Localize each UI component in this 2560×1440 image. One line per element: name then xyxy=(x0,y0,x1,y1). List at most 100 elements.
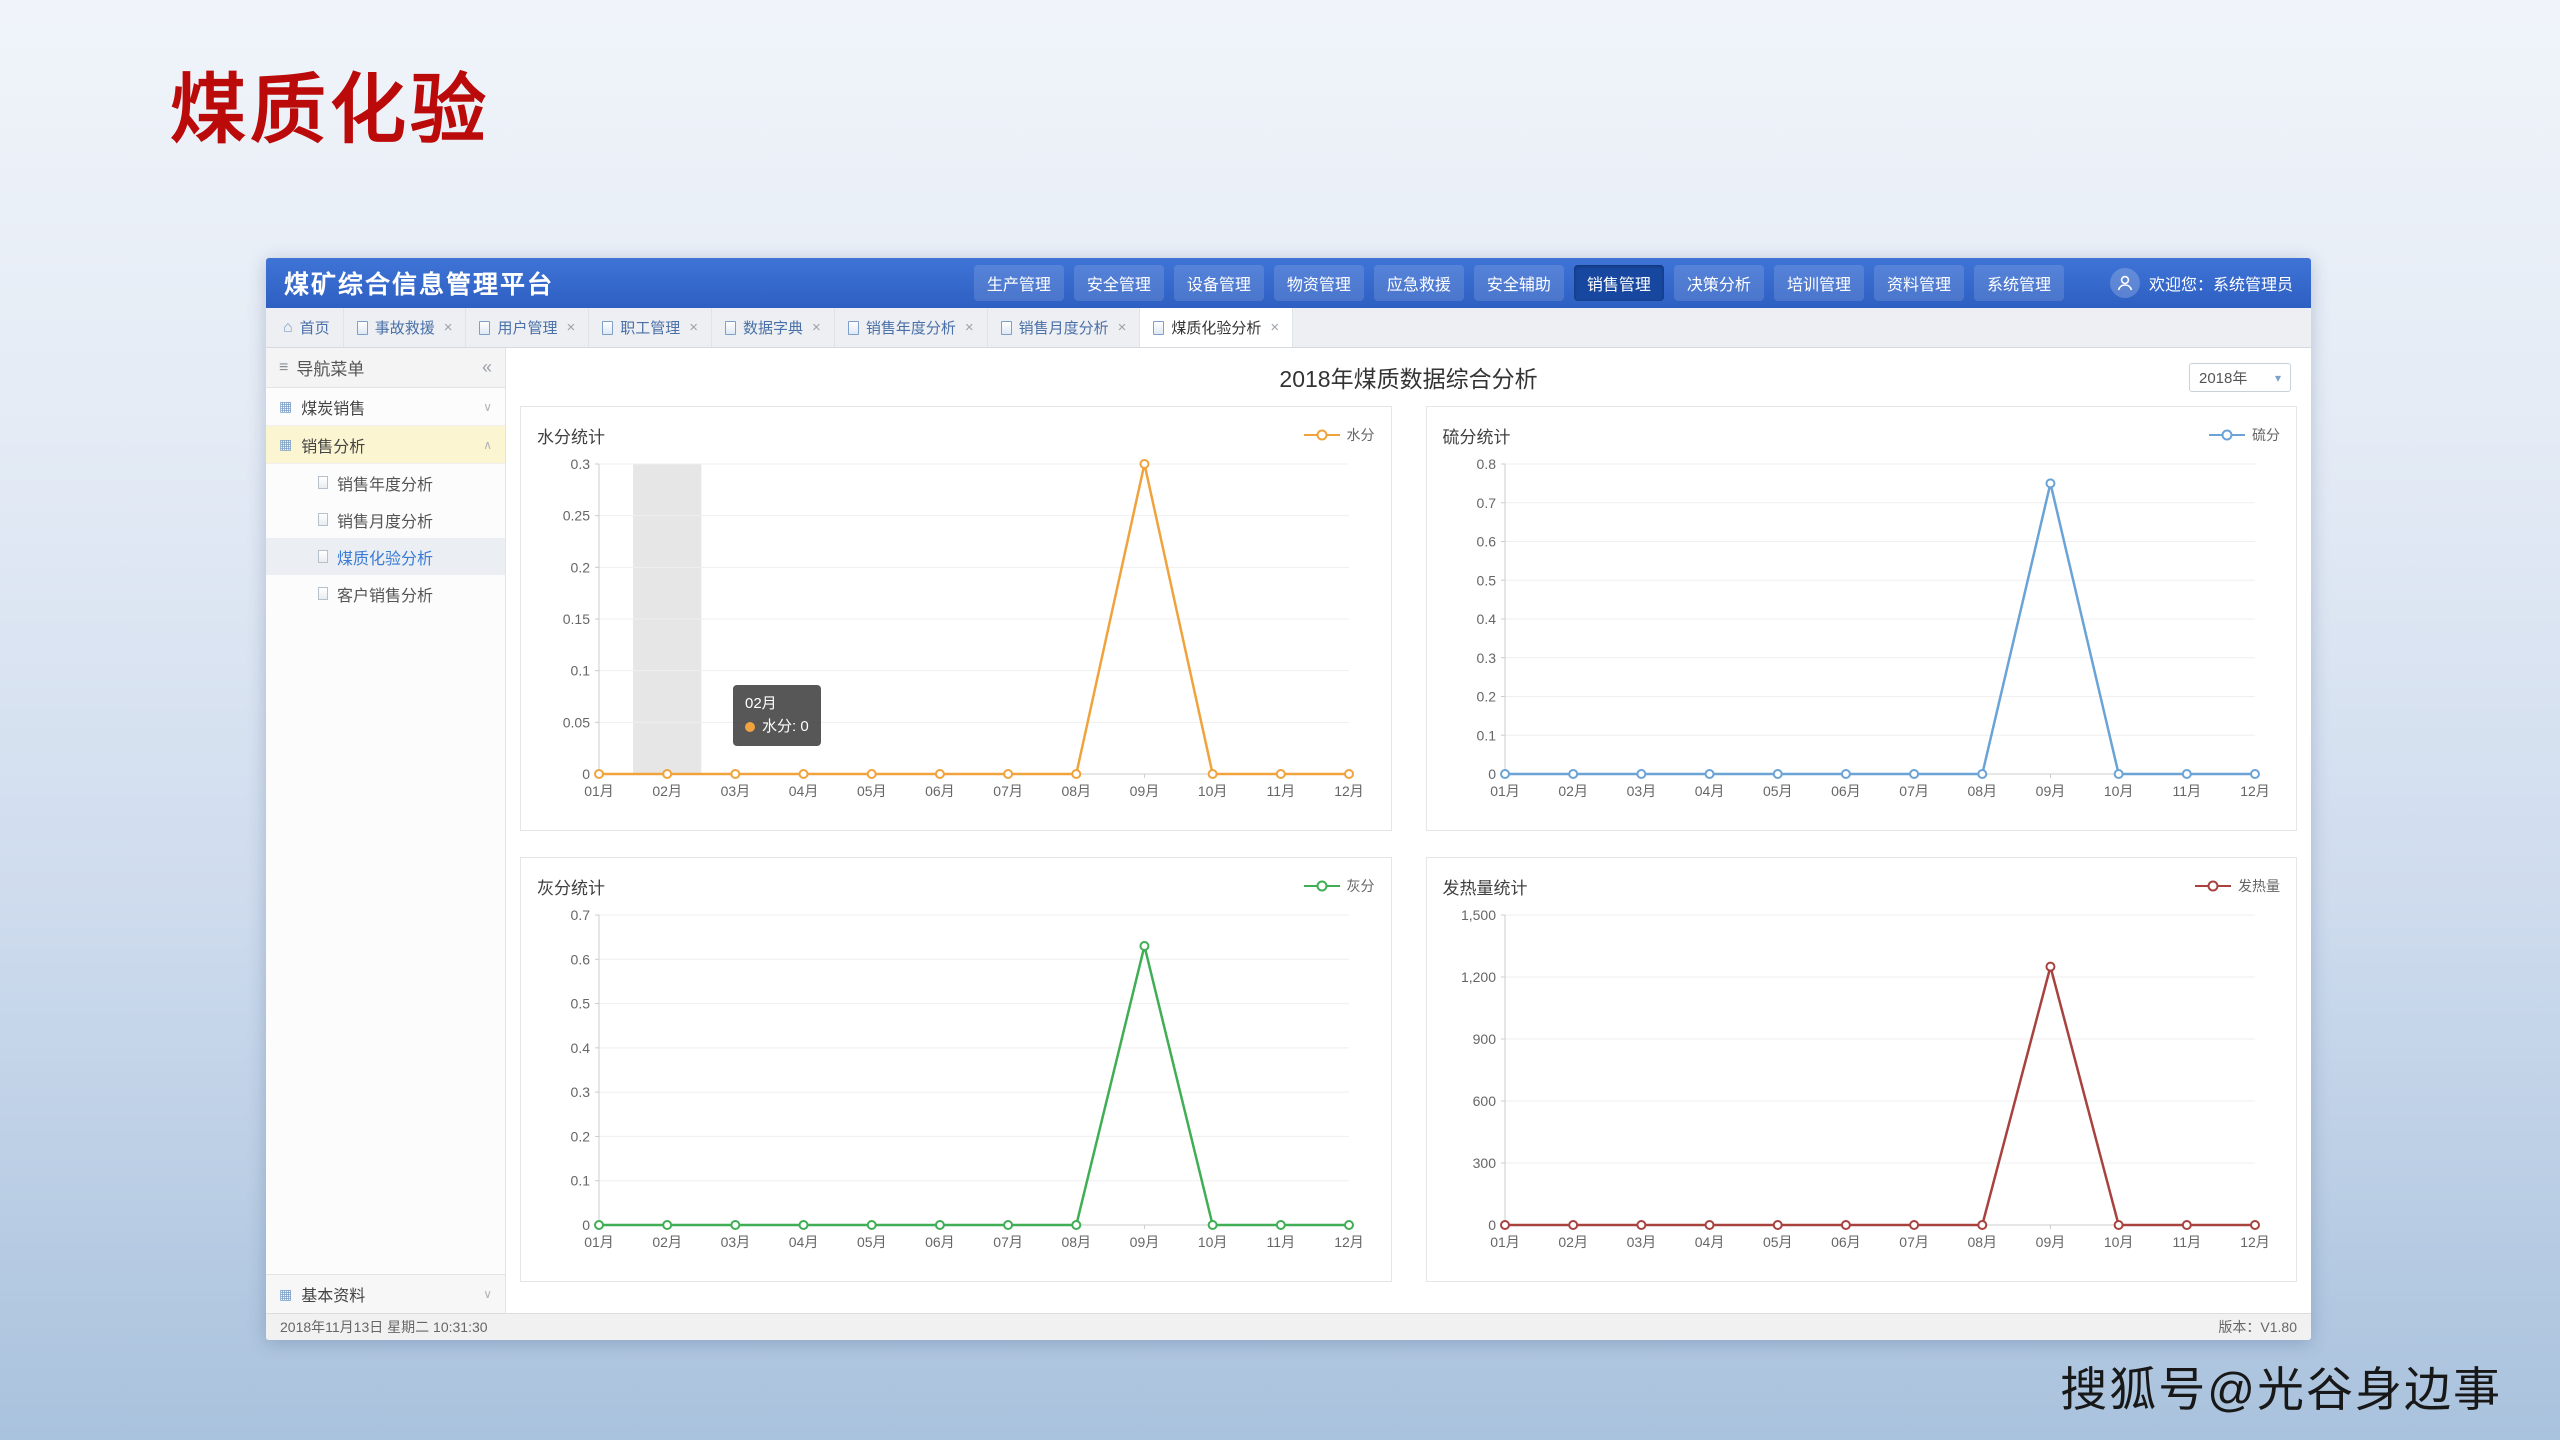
sidebar-item[interactable]: 客户销售分析 xyxy=(266,575,505,612)
nav-item[interactable]: 资料管理 xyxy=(1874,265,1964,301)
svg-text:0.15: 0.15 xyxy=(563,611,590,627)
sidebar-item[interactable]: 销售月度分析 xyxy=(266,501,505,538)
close-icon[interactable]: × xyxy=(812,319,821,336)
sidebar-item-label: 销售年度分析 xyxy=(337,471,433,495)
svg-text:02月: 02月 xyxy=(652,1234,682,1250)
document-icon xyxy=(1001,321,1012,335)
main-nav: 生产管理安全管理设备管理物资管理应急救援安全辅助销售管理决策分析培训管理资料管理… xyxy=(974,265,2064,301)
svg-text:01月: 01月 xyxy=(584,783,614,799)
chart-title: 水分统计 xyxy=(537,423,605,448)
svg-text:11月: 11月 xyxy=(1267,1234,1296,1250)
chart-canvas[interactable]: 00.10.20.30.40.50.60.70.801月02月03月04月05月… xyxy=(1443,450,2279,810)
svg-text:600: 600 xyxy=(1472,1093,1496,1109)
tab[interactable]: 用户管理 × xyxy=(466,308,589,347)
svg-text:0.2: 0.2 xyxy=(571,1128,591,1144)
sidebar-group[interactable]: ▦销售分析∧ xyxy=(266,426,505,464)
tab-label: 首页 xyxy=(300,317,330,338)
svg-text:12月: 12月 xyxy=(1334,1234,1364,1250)
chart-canvas[interactable]: 00.050.10.150.20.250.301月02月03月04月05月06月… xyxy=(537,450,1373,810)
svg-text:10月: 10月 xyxy=(1198,1234,1228,1250)
svg-text:0.25: 0.25 xyxy=(563,508,590,524)
folder-icon: ▦ xyxy=(279,1286,292,1303)
close-icon[interactable]: × xyxy=(689,319,698,336)
close-icon[interactable]: × xyxy=(965,319,974,336)
svg-text:08月: 08月 xyxy=(1061,783,1091,799)
sidebar-group[interactable]: ▦煤炭销售∨ xyxy=(266,388,505,426)
svg-text:05月: 05月 xyxy=(857,1234,887,1250)
tab[interactable]: 数据字典× xyxy=(712,308,835,347)
svg-text:01月: 01月 xyxy=(1490,1234,1520,1250)
nav-item[interactable]: 系统管理 xyxy=(1974,265,2064,301)
chart-canvas[interactable]: 00.10.20.30.40.50.60.701月02月03月04月05月06月… xyxy=(537,901,1373,1261)
close-icon[interactable]: × xyxy=(566,319,575,336)
chart-legend[interactable]: 硫分 xyxy=(2209,425,2280,445)
year-select[interactable]: 2018年 ▾ xyxy=(2189,363,2291,392)
svg-text:300: 300 xyxy=(1472,1155,1496,1171)
sidebar-item[interactable]: 销售年度分析 xyxy=(266,464,505,501)
nav-item[interactable]: 安全管理 xyxy=(1074,265,1164,301)
svg-text:06月: 06月 xyxy=(925,783,955,799)
home-icon: ⌂ xyxy=(283,319,293,337)
document-icon xyxy=(318,476,328,489)
document-icon xyxy=(357,321,368,335)
tab[interactable]: 销售年度分析× xyxy=(835,308,988,347)
svg-text:12月: 12月 xyxy=(2240,1234,2270,1250)
legend-label: 水分 xyxy=(1347,425,1375,445)
user-area[interactable]: 欢迎您：系统管理员 xyxy=(2110,268,2293,298)
chart-canvas[interactable]: 03006009001,2001,50001月02月03月04月05月06月07… xyxy=(1443,901,2279,1261)
svg-text:0.3: 0.3 xyxy=(571,456,591,472)
svg-text:0.1: 0.1 xyxy=(571,663,591,679)
nav-item[interactable]: 安全辅助 xyxy=(1474,265,1564,301)
sidebar-footer: ▦ 基本资料 ∨ xyxy=(266,1274,505,1313)
page-headline: 煤质化验 xyxy=(170,48,490,158)
sidebar-item[interactable]: 煤质化验分析 xyxy=(266,538,505,575)
collapse-sidebar-icon[interactable]: « xyxy=(482,357,492,378)
tab[interactable]: 事故救援× xyxy=(344,308,467,347)
chart-legend[interactable]: 发热量 xyxy=(2195,876,2280,896)
nav-item[interactable]: 培训管理 xyxy=(1774,265,1864,301)
folder-icon: ▦ xyxy=(279,436,292,453)
app-body: ≡ 导航菜单 « ▦煤炭销售∨▦销售分析∧销售年度分析销售月度分析煤质化验分析客… xyxy=(266,348,2311,1313)
tab[interactable]: 职工管理× xyxy=(589,308,712,347)
nav-item[interactable]: 生产管理 xyxy=(974,265,1064,301)
nav-item[interactable]: 设备管理 xyxy=(1174,265,1264,301)
user-avatar-icon[interactable] xyxy=(2110,268,2140,298)
nav-item[interactable]: 物资管理 xyxy=(1274,265,1364,301)
bottom-watermark: 搜狐号@光谷身边事 xyxy=(2060,1351,2502,1420)
svg-text:01月: 01月 xyxy=(1490,783,1520,799)
folder-icon: ▦ xyxy=(279,398,292,415)
svg-text:09月: 09月 xyxy=(1130,1234,1160,1250)
svg-text:1,200: 1,200 xyxy=(1460,969,1495,985)
svg-text:03月: 03月 xyxy=(721,1234,751,1250)
chart-panel: 水分统计水分00.050.10.150.20.250.301月02月03月04月… xyxy=(520,406,1392,831)
tab[interactable]: 销售月度分析× xyxy=(988,308,1141,347)
chevron-down-icon: ∨ xyxy=(483,1287,492,1301)
svg-text:09月: 09月 xyxy=(2035,783,2065,799)
app-title: 煤矿综合信息管理平台 xyxy=(284,265,554,301)
svg-text:02月: 02月 xyxy=(1558,1234,1588,1250)
chart-legend[interactable]: 灰分 xyxy=(1304,876,1375,896)
close-icon[interactable]: × xyxy=(1118,319,1127,336)
svg-text:07月: 07月 xyxy=(993,783,1023,799)
chart-panel: 发热量统计发热量03006009001,2001,50001月02月03月04月… xyxy=(1426,857,2298,1282)
nav-item[interactable]: 应急救援 xyxy=(1374,265,1464,301)
sidebar-item-basic-info[interactable]: ▦ 基本资料 ∨ xyxy=(266,1275,505,1313)
svg-text:0.3: 0.3 xyxy=(1476,650,1496,666)
page: 煤质化验 煤矿综合信息管理平台 生产管理安全管理设备管理物资管理应急救援安全辅助… xyxy=(0,0,2560,1440)
close-icon[interactable]: × xyxy=(444,319,453,336)
tab[interactable]: 煤质化验分析× xyxy=(1140,308,1293,347)
nav-item[interactable]: 销售管理 xyxy=(1574,265,1664,301)
tab-label: 用户管理 xyxy=(497,317,557,338)
svg-text:08月: 08月 xyxy=(1967,1234,1997,1250)
welcome-text: 欢迎您：系统管理员 xyxy=(2149,271,2293,295)
sidebar-item-label: 基本资料 xyxy=(301,1282,365,1306)
close-icon[interactable]: × xyxy=(1270,319,1279,336)
svg-text:0.05: 0.05 xyxy=(563,714,590,730)
svg-text:06月: 06月 xyxy=(1831,1234,1861,1250)
chart-title: 硫分统计 xyxy=(1443,423,1511,448)
tab[interactable]: ⌂ 首页 xyxy=(270,308,344,347)
svg-text:09月: 09月 xyxy=(2035,1234,2065,1250)
svg-text:0: 0 xyxy=(582,1217,590,1233)
chart-legend[interactable]: 水分 xyxy=(1304,425,1375,445)
nav-item[interactable]: 决策分析 xyxy=(1674,265,1764,301)
